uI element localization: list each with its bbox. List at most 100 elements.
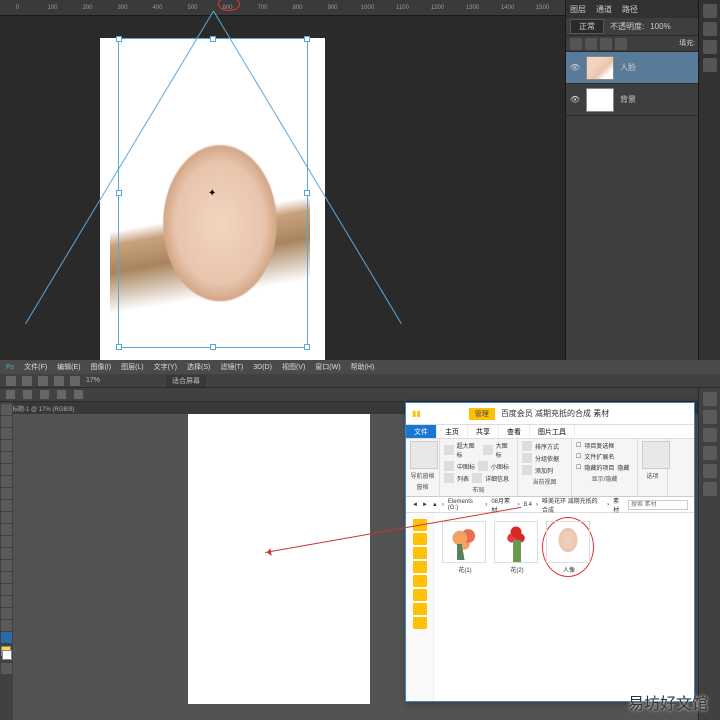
- folder-icon[interactable]: [413, 575, 427, 587]
- option-icon[interactable]: [38, 376, 48, 386]
- dock-icon[interactable]: [703, 428, 717, 442]
- crop-tool-icon[interactable]: [1, 452, 12, 463]
- blur-tool-icon[interactable]: [1, 548, 12, 559]
- free-transform-bounds[interactable]: ✦: [118, 38, 308, 348]
- lock-all-icon[interactable]: [615, 38, 627, 50]
- hand-tool-icon[interactable]: [1, 620, 12, 631]
- path-tool-icon[interactable]: [1, 596, 12, 607]
- menu-3d[interactable]: 3D(D): [253, 364, 272, 371]
- option-icon[interactable]: [22, 376, 32, 386]
- transform-handle-br[interactable]: [304, 344, 310, 350]
- layer-thumbnail[interactable]: [586, 56, 614, 80]
- option-icon[interactable]: [40, 390, 49, 399]
- visibility-toggle-icon[interactable]: 👁: [570, 63, 580, 73]
- option-icon[interactable]: [23, 390, 32, 399]
- menu-image[interactable]: 图像(I): [90, 362, 111, 372]
- layout-icon[interactable]: [472, 473, 482, 483]
- move-tool-icon[interactable]: [1, 404, 12, 415]
- fit-screen-button[interactable]: 适合屏幕: [166, 375, 206, 387]
- dock-icon[interactable]: [703, 464, 717, 478]
- gradient-tool-icon[interactable]: [1, 536, 12, 547]
- nav-fwd-icon[interactable]: ►: [422, 502, 428, 508]
- menu-layer[interactable]: 图层(L): [121, 362, 144, 372]
- layer-row-face[interactable]: 👁 人脸: [566, 52, 720, 84]
- transform-handle-tm[interactable]: [210, 36, 216, 42]
- nav-back-icon[interactable]: ◄: [412, 502, 418, 508]
- zoom-tool-icon[interactable]: [1, 632, 12, 643]
- transform-handle-bm[interactable]: [210, 344, 216, 350]
- history-tool-icon[interactable]: [1, 512, 12, 523]
- marquee-tool-icon[interactable]: [1, 416, 12, 427]
- eyedropper-tool-icon[interactable]: [1, 464, 12, 475]
- transform-handle-mr[interactable]: [304, 190, 310, 196]
- layer-thumbnail[interactable]: [586, 88, 614, 112]
- lock-trans-icon[interactable]: [570, 38, 582, 50]
- folder-icon[interactable]: [413, 617, 427, 629]
- stamp-tool-icon[interactable]: [1, 500, 12, 511]
- cols-icon[interactable]: [522, 465, 532, 475]
- option-icon[interactable]: [74, 390, 83, 399]
- heal-tool-icon[interactable]: [1, 476, 12, 487]
- layout-icon[interactable]: [483, 445, 493, 455]
- dock-icon[interactable]: [703, 482, 717, 496]
- tab-picture-tools[interactable]: 图片工具: [530, 425, 575, 438]
- menu-edit[interactable]: 编辑(E): [57, 362, 80, 372]
- address-bar[interactable]: ◄ ► ▲ ›Elements (G:) ›08月素材 ›8.4 ›唯美花环 减…: [406, 497, 694, 513]
- type-tool-icon[interactable]: [1, 584, 12, 595]
- dock-icon[interactable]: [703, 22, 717, 36]
- brush-tool-icon[interactable]: [1, 488, 12, 499]
- option-icon[interactable]: [57, 390, 66, 399]
- transform-handle-tr[interactable]: [304, 36, 310, 42]
- quickmask-icon[interactable]: [1, 663, 12, 674]
- dodge-tool-icon[interactable]: [1, 560, 12, 571]
- tab-file[interactable]: 文件: [406, 425, 437, 438]
- opacity-value[interactable]: 100%: [650, 22, 670, 31]
- nav-up-icon[interactable]: ▲: [432, 502, 438, 508]
- dock-icon[interactable]: [703, 446, 717, 460]
- shape-tool-icon[interactable]: [1, 608, 12, 619]
- dock-icon[interactable]: [703, 58, 717, 72]
- blank-document-canvas[interactable]: [188, 414, 370, 704]
- eraser-tool-icon[interactable]: [1, 524, 12, 535]
- menu-file[interactable]: 文件(F): [24, 362, 47, 372]
- options-button[interactable]: [642, 441, 670, 469]
- checkbox[interactable]: ☐: [576, 442, 581, 449]
- layer-name[interactable]: 背景: [620, 94, 636, 105]
- transform-handle-tl[interactable]: [116, 36, 122, 42]
- wand-tool-icon[interactable]: [1, 440, 12, 451]
- lock-pixels-icon[interactable]: [585, 38, 597, 50]
- dock-icon[interactable]: [703, 4, 717, 18]
- layer-name[interactable]: 人脸: [620, 62, 636, 73]
- visibility-toggle-icon[interactable]: 👁: [570, 95, 580, 105]
- tab-view[interactable]: 查看: [499, 425, 530, 438]
- checkbox[interactable]: ☐: [576, 464, 581, 471]
- folder-icon[interactable]: [413, 561, 427, 573]
- menu-select[interactable]: 选择(S): [187, 362, 210, 372]
- menu-help[interactable]: 帮助(H): [351, 362, 375, 372]
- canvas-area[interactable]: ✦: [0, 16, 565, 360]
- option-icon[interactable]: [54, 376, 64, 386]
- layout-icon[interactable]: [444, 461, 454, 471]
- layer-row-background[interactable]: 👁 背景 🔒: [566, 84, 720, 116]
- menu-window[interactable]: 窗口(W): [315, 362, 340, 372]
- dock-icon[interactable]: [703, 392, 717, 406]
- file-explorer-window[interactable]: ▮ ▮ 管理 百度会员 减期充抵的合成 素材 文件 主页 共享 查看 图片工具 …: [405, 402, 695, 702]
- sort-icon[interactable]: [522, 441, 532, 451]
- transform-handle-bl[interactable]: [116, 344, 122, 350]
- document-canvas[interactable]: ✦: [100, 38, 325, 360]
- explorer-titlebar[interactable]: ▮ ▮ 管理 百度会员 减期充抵的合成 素材: [406, 403, 694, 425]
- menu-type[interactable]: 文字(Y): [154, 362, 177, 372]
- folder-icon[interactable]: [413, 589, 427, 601]
- folder-icon[interactable]: [413, 533, 427, 545]
- tab-home[interactable]: 主页: [437, 425, 468, 438]
- tab-share[interactable]: 共享: [468, 425, 499, 438]
- tab-layers[interactable]: 图层: [570, 4, 586, 15]
- file-item-flower1[interactable]: 花(1): [442, 521, 488, 574]
- folder-icon[interactable]: [413, 547, 427, 559]
- transform-handle-ml[interactable]: [116, 190, 122, 196]
- group-icon[interactable]: [522, 453, 532, 463]
- menu-filter[interactable]: 滤镜(T): [220, 362, 243, 372]
- tab-paths[interactable]: 路径: [622, 4, 638, 15]
- search-input[interactable]: [628, 500, 688, 510]
- menu-view[interactable]: 视图(V): [282, 362, 305, 372]
